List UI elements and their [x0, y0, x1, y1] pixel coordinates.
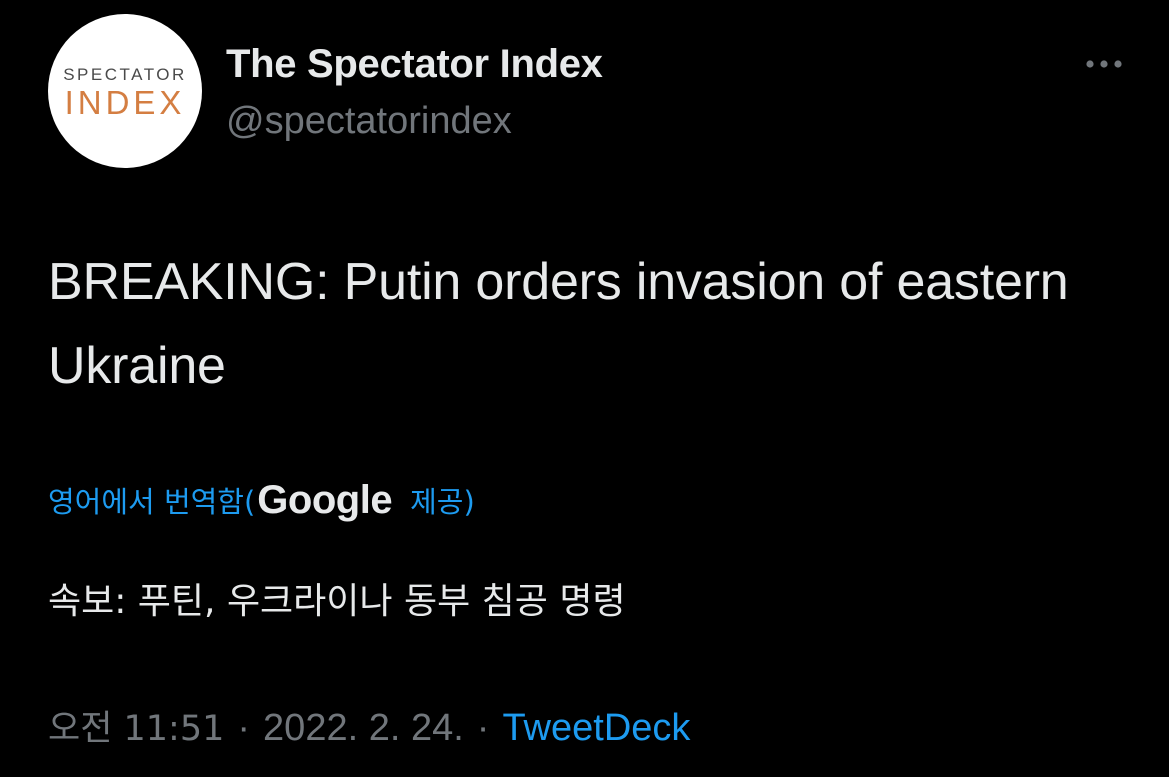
tweet-date[interactable]: 2022. 2. 24. [263, 707, 464, 750]
avatar-logo-line1: SPECTATOR [63, 65, 187, 84]
tweet-text: BREAKING: Putin orders invasion of easte… [48, 253, 1069, 395]
tweet-header: SPECTATOR INDEX The Spectator Index @spe… [48, 14, 1128, 174]
author-display-name[interactable]: The Spectator Index [226, 42, 603, 87]
translation-attribution[interactable]: 영어에서 번역함( Google 제공) [48, 472, 475, 528]
author-handle[interactable]: @spectatorindex [226, 100, 512, 143]
avatar-logo-line2: INDEX [65, 84, 186, 121]
avatar[interactable]: SPECTATOR INDEX [48, 14, 202, 168]
google-logo: Google [257, 477, 393, 522]
translation-prefix: 영어에서 번역함( [48, 485, 256, 519]
more-horizontal-icon [1086, 60, 1122, 68]
tweet-time[interactable]: 오전 11:51 [48, 700, 224, 751]
translated-tweet-text: 속보: 푸틴, 우크라이나 동부 침공 명령 [48, 581, 626, 622]
tweet-source-link[interactable]: TweetDeck [502, 707, 690, 750]
more-options-button[interactable] [1080, 50, 1128, 78]
spectator-index-logo: SPECTATOR INDEX [63, 65, 187, 121]
meta-separator: · [237, 707, 251, 749]
translation-suffix: 제공) [410, 485, 475, 519]
meta-separator: · [476, 707, 490, 749]
tweet-meta: 오전 11:51 · 2022. 2. 24. · TweetDeck [48, 700, 690, 751]
